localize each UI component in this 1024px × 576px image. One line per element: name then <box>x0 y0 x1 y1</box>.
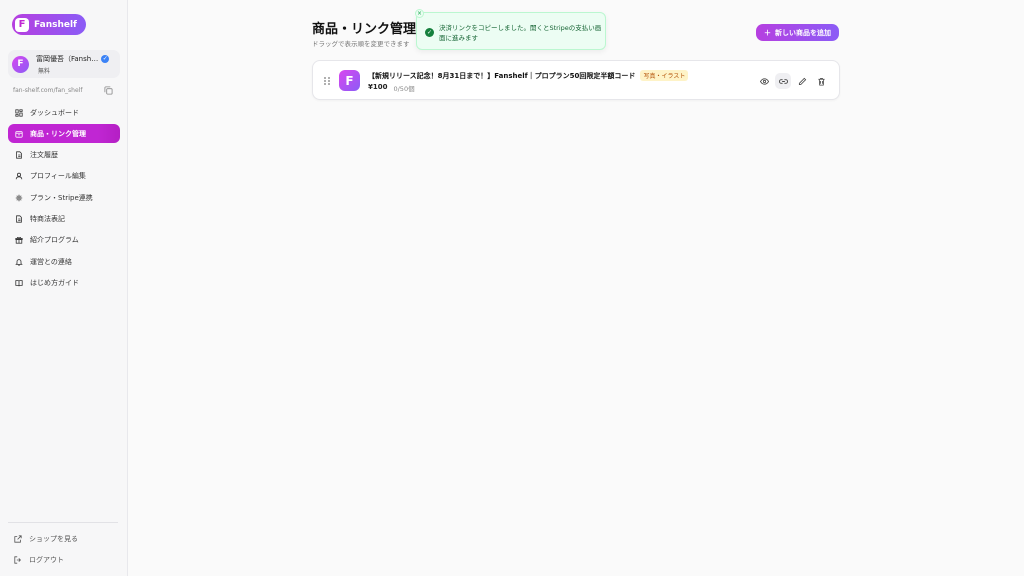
product-actions <box>756 73 829 89</box>
link-icon <box>778 78 788 84</box>
add-product-button[interactable]: ＋ 新しい商品を追加 <box>756 24 839 41</box>
plus-icon: ＋ <box>764 28 771 37</box>
verified-icon: ✓ <box>101 54 110 63</box>
product-category-badge: 写真・イラスト <box>640 70 689 81</box>
user-plan: 無料 <box>38 67 51 75</box>
gift-icon <box>15 237 23 244</box>
product-price: ¥100 <box>368 83 388 91</box>
sidebar-item-legal[interactable]: 特商法表記 <box>8 209 120 228</box>
product-title: 【新規リリース記念！8月31日まで！】Fanshelf｜プロプラン50回限定半額… <box>368 71 636 80</box>
eye-icon <box>759 77 769 85</box>
sidebar-item-label: 特商法表記 <box>30 214 65 223</box>
sidebar-item-label: 商品・リンク管理 <box>30 129 86 138</box>
sidebar-item-label: プラン・Stripe連携 <box>30 193 93 202</box>
page-subtitle: ドラッグで表示順を変更できます <box>312 40 410 48</box>
bell-icon <box>15 258 23 266</box>
user-info: 富岡優吾（Fansh… ✓ 無料 <box>36 54 110 75</box>
product-row[interactable]: F 【新規リリース記念！8月31日まで！】Fanshelf｜プロプラン50回限定… <box>312 60 840 100</box>
sidebar-item-plan[interactable]: プラン・Stripe連携 <box>8 188 120 207</box>
close-icon[interactable]: × <box>415 9 424 18</box>
sidebar-item-profile[interactable]: プロフィール編集 <box>8 167 120 186</box>
sidebar-footer: ショップを見る ログアウト <box>8 522 118 571</box>
brand-logo[interactable]: F Fanshelf <box>12 14 86 35</box>
box-icon <box>15 130 23 138</box>
avatar: F <box>12 55 29 73</box>
edit-button[interactable] <box>794 73 810 89</box>
logout-link[interactable]: ログアウト <box>8 550 118 569</box>
dashboard-icon <box>15 108 23 117</box>
external-link-icon <box>14 534 22 543</box>
sidebar-item-label: プロフィール編集 <box>30 172 86 181</box>
view-shop-label: ショップを見る <box>29 534 78 543</box>
copy-icon[interactable] <box>104 86 113 95</box>
sidebar: F Fanshelf F 富岡優吾（Fansh… ✓ 無料 fan-shelf.… <box>0 0 128 576</box>
preview-button[interactable] <box>756 73 772 89</box>
page-title: 商品・リンク管理 <box>312 22 417 37</box>
add-product-label: 新しい商品を追加 <box>775 28 831 37</box>
sidebar-item-label: はじめ方ガイド <box>30 278 79 287</box>
sidebar-item-label: 注文履歴 <box>30 151 58 160</box>
product-meta: ¥100 0/50個 <box>368 83 415 93</box>
logout-icon <box>14 555 21 564</box>
brand-name: Fanshelf <box>34 19 77 30</box>
product-icon: F <box>339 70 360 91</box>
sidebar-item-label: 運営との連絡 <box>30 257 72 266</box>
trash-icon <box>817 77 825 86</box>
user-name: 富岡優吾（Fansh… <box>36 54 99 63</box>
sidebar-item-products[interactable]: 商品・リンク管理 <box>8 124 120 144</box>
toast-message: 決済リンクをコピーしました。開くとStripeの支払い画面に進みます <box>439 24 602 42</box>
sidebar-item-referral[interactable]: 紹介プログラム <box>8 231 120 250</box>
product-stock: 0/50個 <box>393 85 415 93</box>
sidebar-item-dashboard[interactable]: ダッシュボード <box>8 103 120 122</box>
user-icon <box>15 173 23 180</box>
product-title-row: 【新規リリース記念！8月31日まで！】Fanshelf｜プロプラン50回限定半額… <box>368 70 689 81</box>
book-icon <box>15 280 23 287</box>
sidebar-item-contact[interactable]: 運営との連絡 <box>8 252 120 271</box>
drag-handle-icon[interactable] <box>323 76 331 86</box>
sidebar-item-orders[interactable]: 注文履歴 <box>8 146 120 165</box>
user-name-row: 富岡優吾（Fansh… ✓ <box>36 54 110 64</box>
document-icon <box>16 215 22 223</box>
check-icon: ✓ <box>425 28 434 37</box>
logout-label: ログアウト <box>29 555 64 564</box>
brand-mark: F <box>15 17 29 32</box>
success-toast: × ✓ 決済リンクをコピーしました。開くとStripeの支払い画面に進みます <box>415 9 606 50</box>
pencil-icon <box>798 77 806 85</box>
main-content: 商品・リンク管理 ドラッグで表示順を変更できます × ✓ 決済リンクをコピーしま… <box>128 0 1024 576</box>
sidebar-item-guide[interactable]: はじめ方ガイド <box>8 273 120 292</box>
sidebar-item-label: ダッシュボード <box>30 108 79 117</box>
user-card[interactable]: F 富岡優吾（Fansh… ✓ 無料 <box>8 50 120 78</box>
view-shop-link[interactable]: ショップを見る <box>8 529 118 548</box>
gear-icon <box>15 194 23 201</box>
sidebar-nav: ダッシュボード 商品・リンク管理 注文履歴 プロフィール編集 プラン・Strip… <box>8 103 120 295</box>
copy-link-button[interactable] <box>775 73 791 89</box>
delete-button[interactable] <box>813 73 829 89</box>
document-icon <box>16 151 22 159</box>
sidebar-item-label: 紹介プログラム <box>30 236 79 245</box>
shop-url: fan-shelf.com/fan_shelf <box>13 87 83 94</box>
